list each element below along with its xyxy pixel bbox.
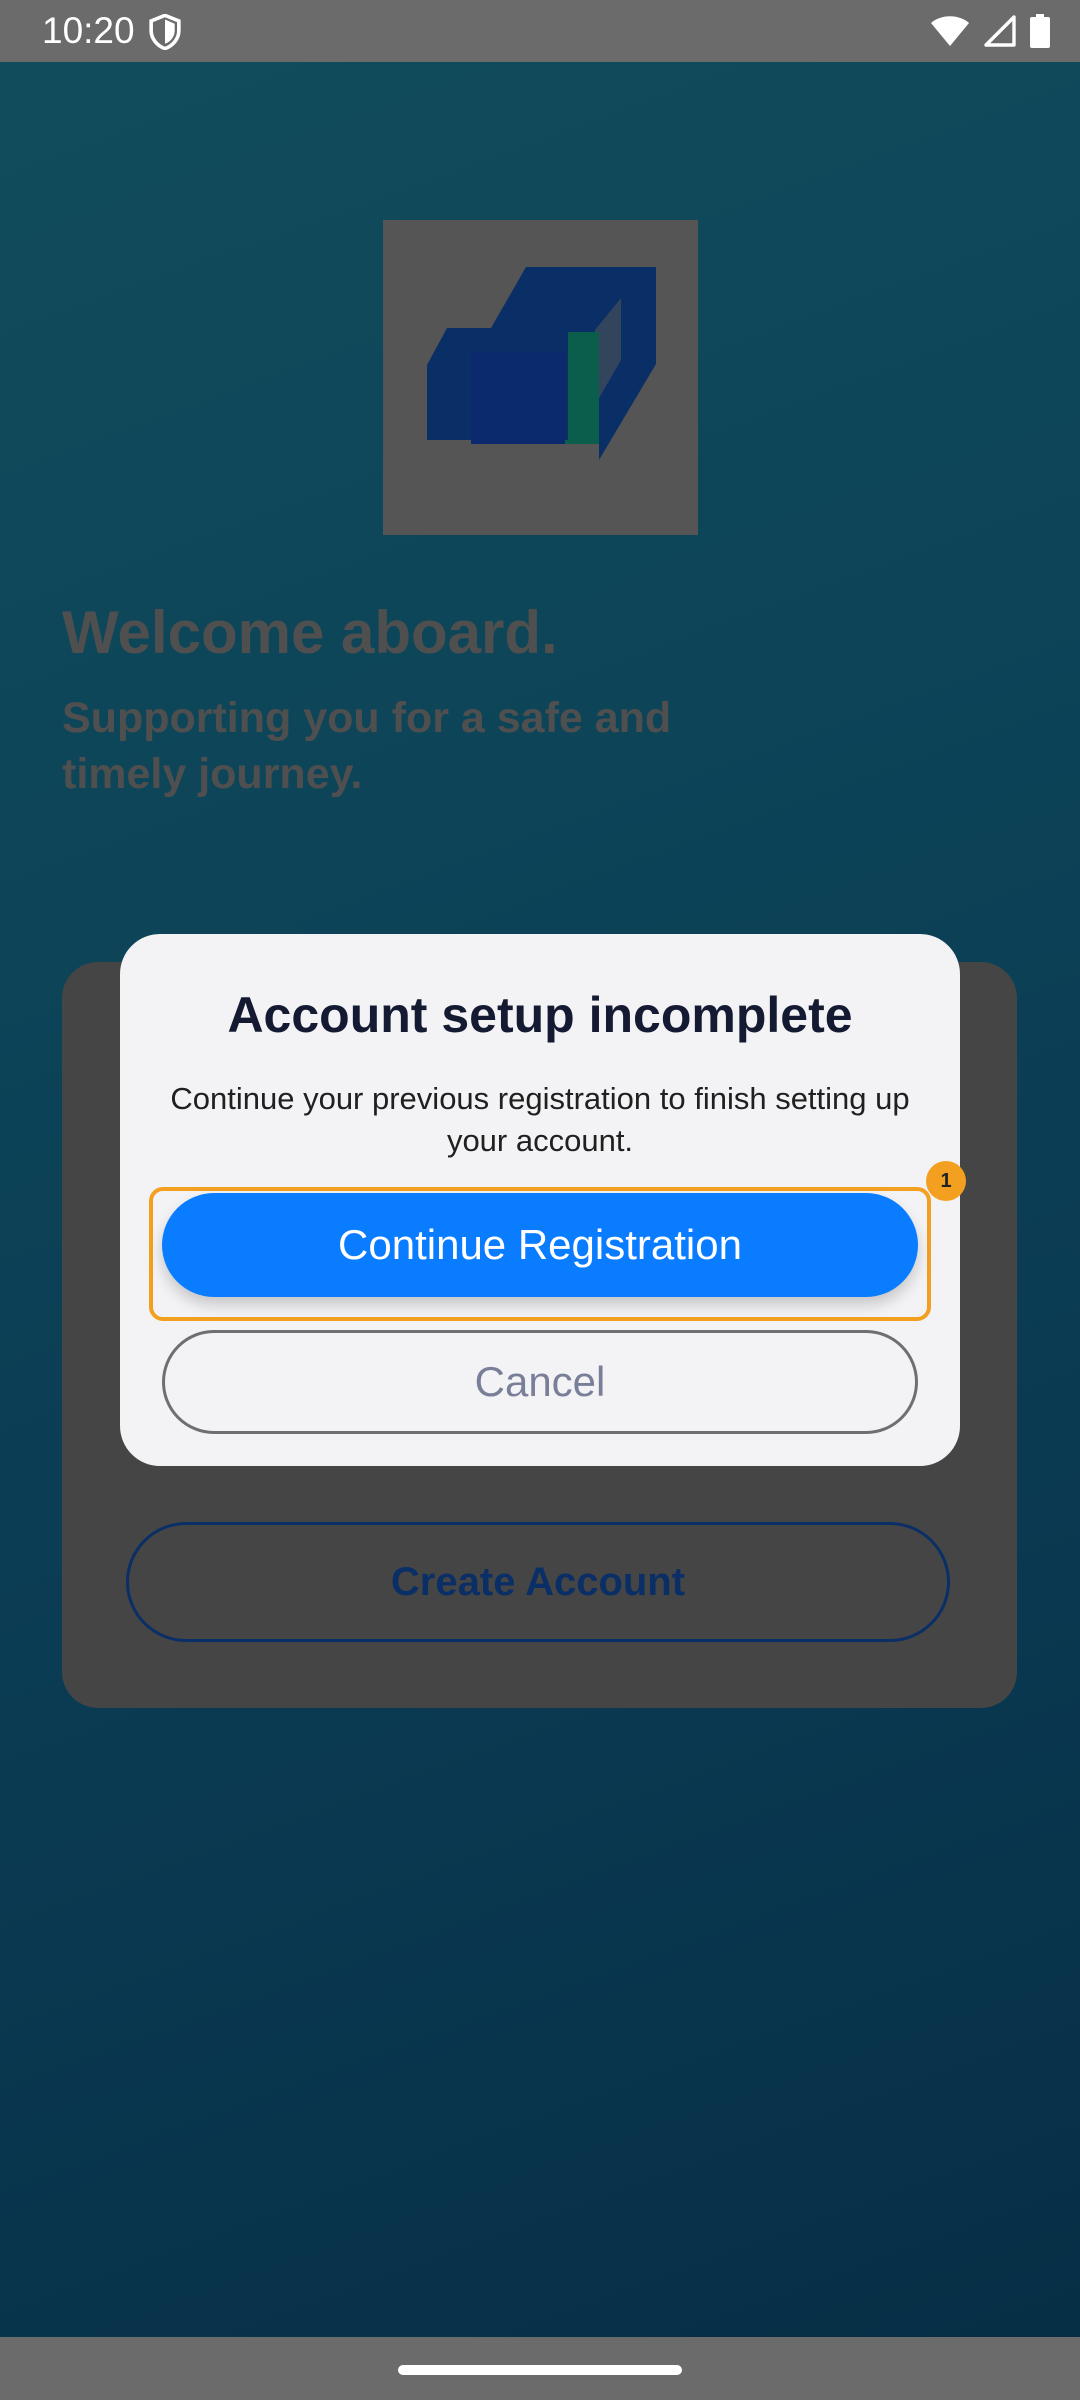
wifi-icon	[931, 16, 969, 46]
account-setup-dialog: Account setup incomplete Continue your p…	[120, 934, 966, 1466]
create-account-button[interactable]: Create Account	[126, 1522, 950, 1642]
dialog-message: Continue your previous registration to f…	[170, 1081, 910, 1158]
shield-icon	[149, 14, 181, 50]
battery-icon	[1030, 14, 1050, 48]
cancel-button[interactable]: Cancel	[162, 1330, 918, 1434]
welcome-title: Welcome aboard.	[62, 599, 558, 666]
status-icons	[930, 13, 1050, 49]
highlight-badge: 1	[926, 1161, 966, 1201]
app-logo	[383, 220, 698, 535]
continue-registration-button[interactable]: Continue Registration	[162, 1193, 918, 1297]
status-time: 10:20	[42, 10, 135, 51]
welcome-subtitle: Supporting you for a safe and timely jou…	[62, 694, 672, 798]
home-handle[interactable]	[398, 2365, 682, 2375]
app-logo-icon	[427, 267, 656, 460]
signal-icon	[984, 15, 1016, 47]
dialog-title: Account setup incomplete	[227, 987, 853, 1043]
status-bar: 10:20	[0, 0, 1080, 62]
navigation-bar	[0, 2337, 1080, 2400]
screen: 10:20 Welcome aboard. Supporting you for…	[0, 0, 1080, 2400]
